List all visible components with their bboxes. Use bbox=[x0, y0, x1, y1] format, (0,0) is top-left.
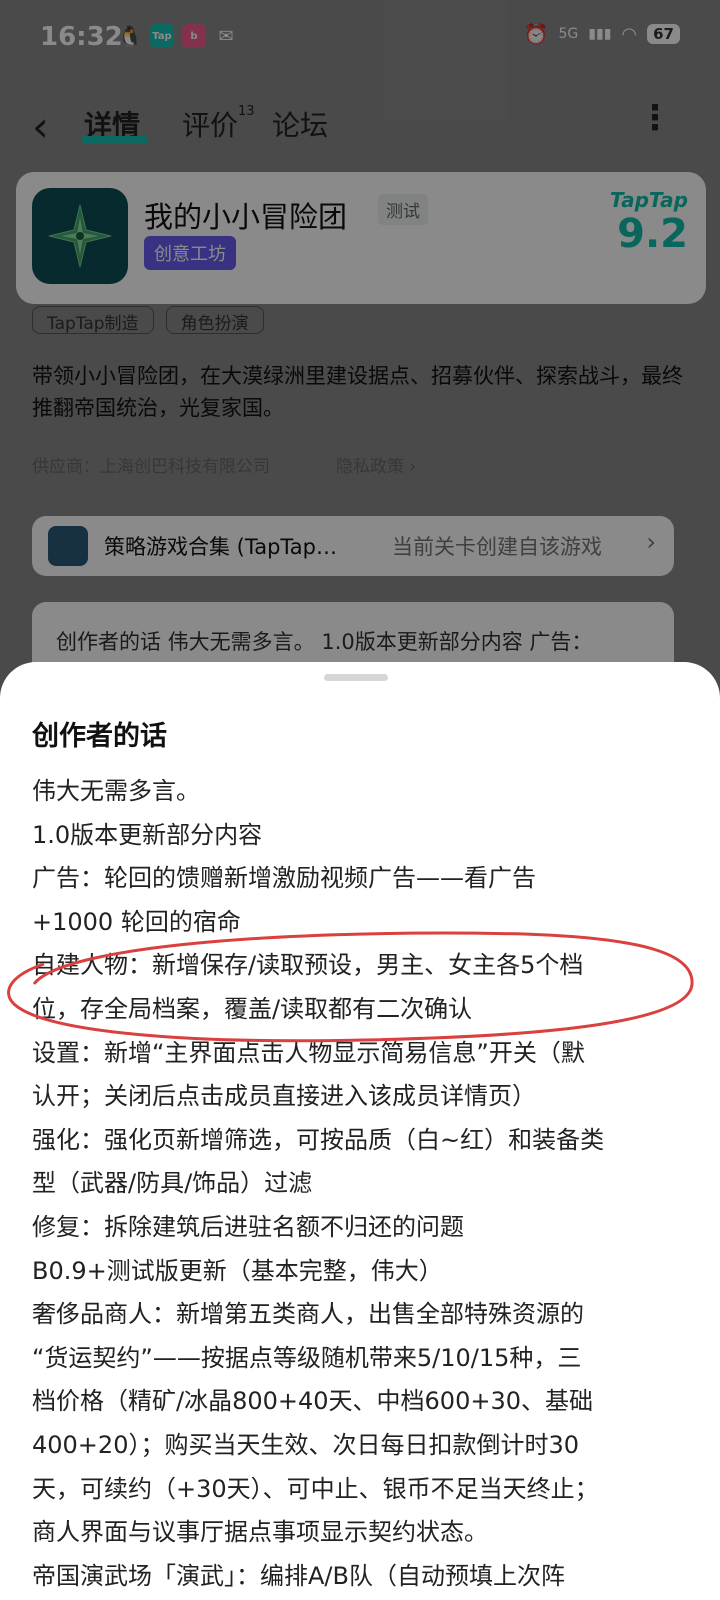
content-line: 修复：拆除建筑后进驻名额不归还的问题 bbox=[32, 1212, 464, 1241]
content-line: 认开；关闭后点击成员直接进入该成员详情页） bbox=[32, 1082, 536, 1111]
sheet-drag-handle[interactable] bbox=[324, 674, 388, 681]
content-line: 奢侈品商人：新增第五类商人，出售全部特殊资源的 bbox=[32, 1300, 584, 1329]
content-line: 型（武器/防具/饰品）过滤 bbox=[32, 1169, 313, 1198]
sheet-title: 创作者的话 bbox=[32, 721, 167, 752]
content-line: 帝国演武场「演武」：编排A/B队（自动预填上次阵 bbox=[32, 1561, 565, 1590]
content-line: B0.9+测试版更新（基本完整，伟大） bbox=[32, 1256, 443, 1285]
content-line: 400+20）；购买当天生效、次日每日扣款倒计时30 bbox=[32, 1430, 579, 1459]
content-line: “货运契约”——按据点等级随机带来5/10/15种，三 bbox=[32, 1343, 582, 1372]
content-line: 档价格（精矿/冰晶800+40天、中档600+30、基础 bbox=[32, 1387, 593, 1416]
red-highlight-ellipse bbox=[7, 931, 694, 1043]
sheet-content: 伟大无需多言。 1.0版本更新部分内容 广告：轮回的馈赠新增激励视频广告——看广… bbox=[32, 770, 692, 1598]
content-line: 广告：轮回的馈赠新增激励视频广告——看广告 bbox=[32, 864, 536, 893]
content-line: 天，可续约（+30天）、可中止、银币不足当天终止； bbox=[32, 1474, 599, 1503]
content-line: 伟大无需多言。 bbox=[32, 777, 200, 805]
content-line: 1.0版本更新部分内容 bbox=[32, 820, 263, 849]
creator-note-sheet: 创作者的话 伟大无需多言。 1.0版本更新部分内容 广告：轮回的馈赠新增激励视频… bbox=[0, 662, 720, 1600]
content-line: 商人界面与议事厅据点事项显示契约状态。 bbox=[32, 1518, 488, 1547]
content-line: 强化：强化页新增筛选，可按品质（白~红）和装备类 bbox=[32, 1125, 605, 1154]
